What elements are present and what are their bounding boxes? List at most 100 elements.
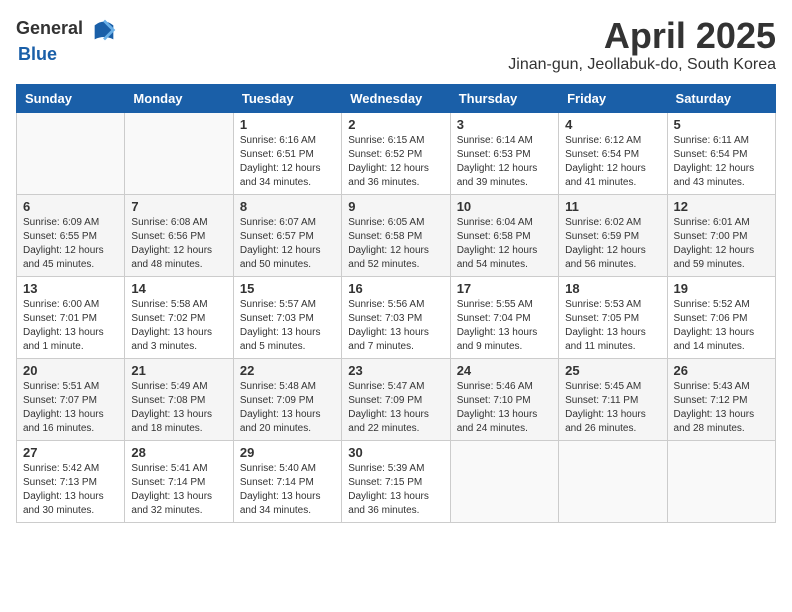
- day-number: 27: [23, 445, 118, 460]
- weekday-saturday: Saturday: [667, 84, 775, 112]
- calendar-cell: 1 Sunrise: 6:16 AM Sunset: 6:51 PM Daylig…: [233, 112, 341, 194]
- day-info: Sunrise: 6:05 AM Sunset: 6:58 PM Dayligh…: [348, 216, 443, 272]
- calendar-cell: 22 Sunrise: 5:48 AM Sunset: 7:09 PM Dayli…: [233, 358, 341, 440]
- day-number: 3: [457, 117, 552, 132]
- calendar-cell: 3 Sunrise: 6:14 AM Sunset: 6:53 PM Daylig…: [450, 112, 558, 194]
- logo: General Blue: [16, 16, 118, 65]
- day-info: Sunrise: 5:52 AM Sunset: 7:06 PM Dayligh…: [674, 298, 769, 354]
- weekday-header-row: SundayMondayTuesdayWednesdayThursdayFrid…: [17, 84, 776, 112]
- day-info: Sunrise: 5:46 AM Sunset: 7:10 PM Dayligh…: [457, 380, 552, 436]
- calendar-week-4: 20 Sunrise: 5:51 AM Sunset: 7:07 PM Dayli…: [17, 358, 776, 440]
- day-info: Sunrise: 6:08 AM Sunset: 6:56 PM Dayligh…: [131, 216, 226, 272]
- calendar-cell: 5 Sunrise: 6:11 AM Sunset: 6:54 PM Daylig…: [667, 112, 775, 194]
- location-title: Jinan-gun, Jeollabuk-do, South Korea: [508, 56, 776, 74]
- calendar-cell: 6Sunrise: 6:09 AM Sunset: 6:55 PM Daylig…: [17, 194, 125, 276]
- calendar-cell: 2 Sunrise: 6:15 AM Sunset: 6:52 PM Daylig…: [342, 112, 450, 194]
- calendar-cell: 24 Sunrise: 5:46 AM Sunset: 7:10 PM Dayli…: [450, 358, 558, 440]
- calendar-cell: [125, 112, 233, 194]
- calendar-cell: 19Sunrise: 5:52 AM Sunset: 7:06 PM Dayli…: [667, 276, 775, 358]
- calendar-cell: 13 Sunrise: 6:00 AM Sunset: 7:01 PM Dayli…: [17, 276, 125, 358]
- day-number: 17: [457, 281, 552, 296]
- day-info: Sunrise: 5:55 AM Sunset: 7:04 PM Dayligh…: [457, 298, 552, 354]
- day-number: 18: [565, 281, 660, 296]
- calendar-cell: 11 Sunrise: 6:02 AM Sunset: 6:59 PM Dayli…: [559, 194, 667, 276]
- logo-blue: Blue: [18, 44, 57, 64]
- day-number: 23: [348, 363, 443, 378]
- calendar-cell: 16Sunrise: 5:56 AM Sunset: 7:03 PM Dayli…: [342, 276, 450, 358]
- day-info: Sunrise: 5:47 AM Sunset: 7:09 PM Dayligh…: [348, 380, 443, 436]
- calendar-cell: 30 Sunrise: 5:39 AM Sunset: 7:15 PM Dayli…: [342, 440, 450, 522]
- day-info: Sunrise: 5:49 AM Sunset: 7:08 PM Dayligh…: [131, 380, 226, 436]
- calendar-cell: 4Sunrise: 6:12 AM Sunset: 6:54 PM Daylig…: [559, 112, 667, 194]
- day-info: Sunrise: 5:45 AM Sunset: 7:11 PM Dayligh…: [565, 380, 660, 436]
- day-number: 12: [674, 199, 769, 214]
- day-number: 26: [674, 363, 769, 378]
- day-info: Sunrise: 6:11 AM Sunset: 6:54 PM Dayligh…: [674, 134, 769, 190]
- day-info: Sunrise: 6:14 AM Sunset: 6:53 PM Dayligh…: [457, 134, 552, 190]
- calendar-cell: 9 Sunrise: 6:05 AM Sunset: 6:58 PM Daylig…: [342, 194, 450, 276]
- day-info: Sunrise: 6:02 AM Sunset: 6:59 PM Dayligh…: [565, 216, 660, 272]
- day-info: Sunrise: 5:42 AM Sunset: 7:13 PM Dayligh…: [23, 462, 118, 518]
- day-number: 1: [240, 117, 335, 132]
- day-number: 15: [240, 281, 335, 296]
- day-number: 30: [348, 445, 443, 460]
- calendar-week-5: 27 Sunrise: 5:42 AM Sunset: 7:13 PM Dayli…: [17, 440, 776, 522]
- day-info: Sunrise: 5:39 AM Sunset: 7:15 PM Dayligh…: [348, 462, 443, 518]
- day-number: 10: [457, 199, 552, 214]
- day-number: 7: [131, 199, 226, 214]
- day-number: 2: [348, 117, 443, 132]
- calendar-cell: 14 Sunrise: 5:58 AM Sunset: 7:02 PM Dayli…: [125, 276, 233, 358]
- day-info: Sunrise: 6:07 AM Sunset: 6:57 PM Dayligh…: [240, 216, 335, 272]
- day-info: Sunrise: 5:48 AM Sunset: 7:09 PM Dayligh…: [240, 380, 335, 436]
- day-number: 16: [348, 281, 443, 296]
- calendar-cell: 12 Sunrise: 6:01 AM Sunset: 7:00 PM Dayli…: [667, 194, 775, 276]
- day-number: 9: [348, 199, 443, 214]
- calendar-cell: 26 Sunrise: 5:43 AM Sunset: 7:12 PM Dayli…: [667, 358, 775, 440]
- calendar-cell: 7 Sunrise: 6:08 AM Sunset: 6:56 PM Daylig…: [125, 194, 233, 276]
- day-info: Sunrise: 6:15 AM Sunset: 6:52 PM Dayligh…: [348, 134, 443, 190]
- calendar: SundayMondayTuesdayWednesdayThursdayFrid…: [16, 84, 776, 523]
- calendar-cell: 15 Sunrise: 5:57 AM Sunset: 7:03 PM Dayli…: [233, 276, 341, 358]
- title-area: April 2025 Jinan-gun, Jeollabuk-do, Sout…: [508, 16, 776, 74]
- weekday-wednesday: Wednesday: [342, 84, 450, 112]
- day-info: Sunrise: 5:43 AM Sunset: 7:12 PM Dayligh…: [674, 380, 769, 436]
- day-number: 13: [23, 281, 118, 296]
- calendar-week-1: 1 Sunrise: 6:16 AM Sunset: 6:51 PM Daylig…: [17, 112, 776, 194]
- day-number: 29: [240, 445, 335, 460]
- day-number: 14: [131, 281, 226, 296]
- day-number: 28: [131, 445, 226, 460]
- day-info: Sunrise: 6:01 AM Sunset: 7:00 PM Dayligh…: [674, 216, 769, 272]
- day-number: 25: [565, 363, 660, 378]
- header: General Blue April 2025 Jinan-gun, Jeoll…: [16, 16, 776, 74]
- calendar-week-3: 13 Sunrise: 6:00 AM Sunset: 7:01 PM Dayli…: [17, 276, 776, 358]
- day-info: Sunrise: 5:57 AM Sunset: 7:03 PM Dayligh…: [240, 298, 335, 354]
- day-info: Sunrise: 6:04 AM Sunset: 6:58 PM Dayligh…: [457, 216, 552, 272]
- day-info: Sunrise: 6:00 AM Sunset: 7:01 PM Dayligh…: [23, 298, 118, 354]
- calendar-cell: [17, 112, 125, 194]
- day-number: 24: [457, 363, 552, 378]
- day-info: Sunrise: 5:40 AM Sunset: 7:14 PM Dayligh…: [240, 462, 335, 518]
- day-number: 5: [674, 117, 769, 132]
- calendar-cell: 28 Sunrise: 5:41 AM Sunset: 7:14 PM Dayli…: [125, 440, 233, 522]
- day-info: Sunrise: 5:58 AM Sunset: 7:02 PM Dayligh…: [131, 298, 226, 354]
- day-number: 20: [23, 363, 118, 378]
- calendar-cell: 23 Sunrise: 5:47 AM Sunset: 7:09 PM Dayli…: [342, 358, 450, 440]
- month-title: April 2025: [508, 16, 776, 56]
- logo-general: General: [16, 18, 83, 38]
- day-number: 22: [240, 363, 335, 378]
- weekday-friday: Friday: [559, 84, 667, 112]
- calendar-cell: 20 Sunrise: 5:51 AM Sunset: 7:07 PM Dayli…: [17, 358, 125, 440]
- calendar-cell: 17 Sunrise: 5:55 AM Sunset: 7:04 PM Dayli…: [450, 276, 558, 358]
- weekday-thursday: Thursday: [450, 84, 558, 112]
- day-number: 11: [565, 199, 660, 214]
- day-number: 8: [240, 199, 335, 214]
- calendar-cell: 21Sunrise: 5:49 AM Sunset: 7:08 PM Dayli…: [125, 358, 233, 440]
- calendar-cell: 29 Sunrise: 5:40 AM Sunset: 7:14 PM Dayli…: [233, 440, 341, 522]
- day-info: Sunrise: 5:51 AM Sunset: 7:07 PM Dayligh…: [23, 380, 118, 436]
- day-info: Sunrise: 5:41 AM Sunset: 7:14 PM Dayligh…: [131, 462, 226, 518]
- day-info: Sunrise: 6:12 AM Sunset: 6:54 PM Dayligh…: [565, 134, 660, 190]
- calendar-cell: 27 Sunrise: 5:42 AM Sunset: 7:13 PM Dayli…: [17, 440, 125, 522]
- calendar-cell: 18 Sunrise: 5:53 AM Sunset: 7:05 PM Dayli…: [559, 276, 667, 358]
- day-info: Sunrise: 5:53 AM Sunset: 7:05 PM Dayligh…: [565, 298, 660, 354]
- day-info: Sunrise: 6:16 AM Sunset: 6:51 PM Dayligh…: [240, 134, 335, 190]
